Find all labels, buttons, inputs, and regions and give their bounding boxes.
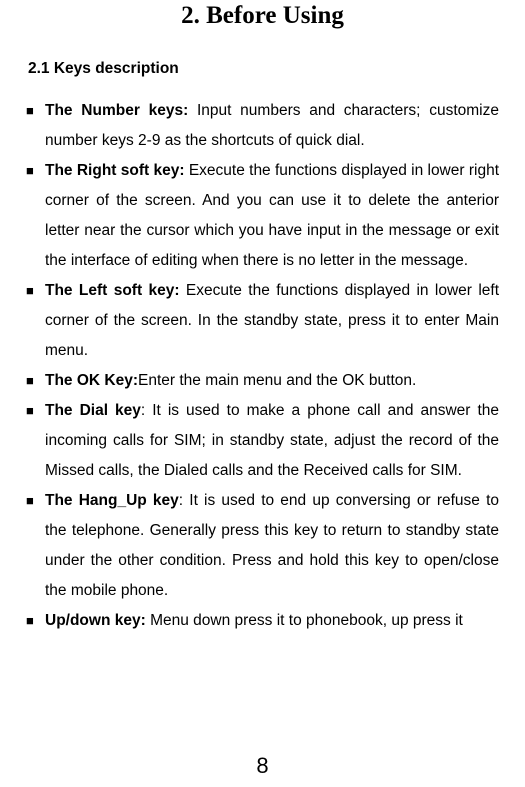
item-label: Up/down key:: [45, 612, 146, 629]
list-item: ■ The OK Key:Enter the main menu and the…: [26, 366, 499, 396]
item-label: The Dial key: [45, 402, 141, 419]
list-item: ■ The Right soft key: Execute the functi…: [26, 156, 499, 276]
section-heading: 2.1 Keys description: [28, 60, 499, 78]
square-bullet-icon: ■: [26, 486, 34, 516]
item-label: The Left soft key:: [45, 282, 180, 299]
list-item: ■ Up/down key: Menu down press it to pho…: [26, 606, 499, 636]
page-number: 8: [0, 753, 525, 779]
square-bullet-icon: ■: [26, 96, 34, 126]
document-page: 2. Before Using 2.1 Keys description ■ T…: [0, 2, 525, 636]
list-item: ■ The Dial key: It is used to make a pho…: [26, 396, 499, 486]
item-label: The Number keys:: [45, 102, 188, 119]
item-label: The Hang_Up key: [45, 492, 179, 509]
square-bullet-icon: ■: [26, 396, 34, 426]
list-item: ■ The Number keys: Input numbers and cha…: [26, 96, 499, 156]
item-text: Enter the main menu and the OK button.: [138, 372, 416, 389]
square-bullet-icon: ■: [26, 156, 34, 186]
chapter-title: 2. Before Using: [26, 2, 499, 30]
square-bullet-icon: ■: [26, 606, 34, 636]
item-label: The OK Key:: [45, 372, 138, 389]
list-item: ■ The Hang_Up key: It is used to end up …: [26, 486, 499, 606]
square-bullet-icon: ■: [26, 276, 34, 306]
item-text: Menu down press it to phonebook, up pres…: [146, 612, 463, 629]
list-item: ■ The Left soft key: Execute the functio…: [26, 276, 499, 366]
square-bullet-icon: ■: [26, 366, 34, 396]
item-label: The Right soft key:: [45, 162, 185, 179]
bullet-list: ■ The Number keys: Input numbers and cha…: [26, 96, 499, 636]
